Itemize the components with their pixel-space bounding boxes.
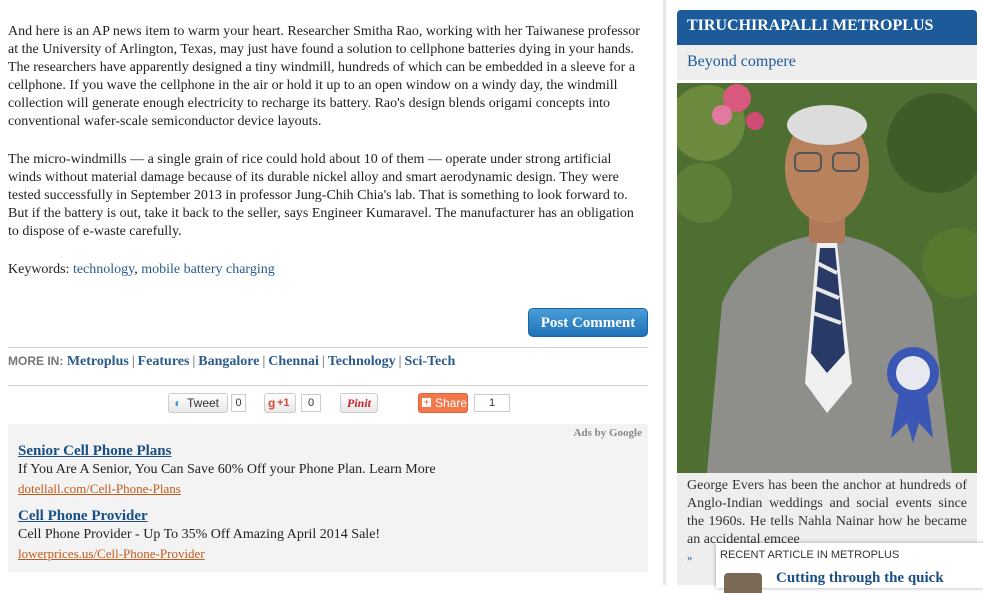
ad-text: Cell Phone Provider - Up To 35% Off Amaz… <box>18 527 381 542</box>
column-divider <box>663 0 666 585</box>
ad-title[interactable]: Senior Cell Phone Plans <box>18 443 172 460</box>
ads-by-google-label: Ads by Google <box>573 427 642 439</box>
ad-url[interactable]: lowerprices.us/Cell-Phone-Provider <box>18 546 205 562</box>
ad-url[interactable]: dotellall.com/Cell-Phone-Plans <box>18 481 181 497</box>
share-label: Share <box>435 396 468 410</box>
share-plus-icon: + <box>422 397 431 407</box>
more-in-link-sci-tech[interactable]: Sci-Tech <box>404 354 455 369</box>
keyword-link-technology[interactable]: technology <box>73 262 134 277</box>
google-plus-icon: g <box>268 396 276 410</box>
more-in-link-bangalore[interactable]: Bangalore <box>198 354 259 369</box>
recent-article-title[interactable]: Cutting through the quick <box>776 570 944 587</box>
keyword-link-mobile-battery-charging[interactable]: mobile battery charging <box>141 262 274 277</box>
ad-title[interactable]: Cell Phone Provider <box>18 508 148 525</box>
more-in-link-chennai[interactable]: Chennai <box>268 354 319 369</box>
read-more-icon[interactable]: » <box>687 552 693 564</box>
keywords-line: Keywords: technology, mobile battery cha… <box>8 262 275 277</box>
tweet-label: Tweet <box>187 396 220 410</box>
article-paragraph-2: The micro-windmills — a single grain of … <box>8 152 634 239</box>
share-button[interactable]: + Share <box>418 393 468 413</box>
article-paragraph-1: And here is an AP news item to warm your… <box>8 24 640 129</box>
gplus-count: 0 <box>301 394 321 412</box>
sidebar-article-title[interactable]: Beyond compere <box>677 45 977 80</box>
divider-bottom <box>8 385 648 386</box>
google-ads-box: Ads by Google Senior Cell Phone Plans If… <box>8 424 648 572</box>
article-main: And here is an AP news item to warm your… <box>0 0 660 585</box>
more-in-label: MORE IN: <box>8 354 64 368</box>
google-plus-button[interactable]: g +1 <box>264 393 296 413</box>
caption-text: George Evers has been the anchor at hund… <box>687 478 967 547</box>
twitter-bird-icon: ◖ <box>173 396 181 410</box>
share-count: 1 <box>474 394 510 412</box>
more-in-link-features[interactable]: Features <box>138 354 190 369</box>
post-comment-button[interactable]: Post Comment <box>528 308 648 337</box>
pinit-button[interactable]: Pinit <box>340 393 378 413</box>
recent-article-label: RECENT ARTICLE IN METROPLUS <box>720 549 900 561</box>
more-in-bar: MORE IN: Metroplus | Features | Bangalore | Ch… <box>8 354 456 369</box>
tweet-button[interactable]: ◖ Tweet <box>168 393 228 413</box>
portrait-image <box>677 83 977 473</box>
tweet-count: 0 <box>231 394 246 412</box>
recent-article-popup[interactable]: RECENT ARTICLE IN METROPLUS Cutting thro… <box>716 543 983 593</box>
more-in-link-metroplus[interactable]: Metroplus <box>67 354 129 369</box>
sidebar-header[interactable]: TIRUCHIRAPALLI METROPLUS <box>677 10 977 45</box>
sidebar-photo[interactable] <box>677 83 977 473</box>
recent-article-thumbnail[interactable] <box>724 573 762 593</box>
sidebar: TIRUCHIRAPALLI METROPLUS Beyond compere <box>677 0 983 593</box>
ad-text: If You Are A Senior, You Can Save 60% Of… <box>18 462 436 477</box>
keywords-label: Keywords: <box>8 262 70 277</box>
divider-top <box>8 347 648 348</box>
gplus-label: +1 <box>277 397 290 409</box>
more-in-link-technology[interactable]: Technology <box>328 354 396 369</box>
